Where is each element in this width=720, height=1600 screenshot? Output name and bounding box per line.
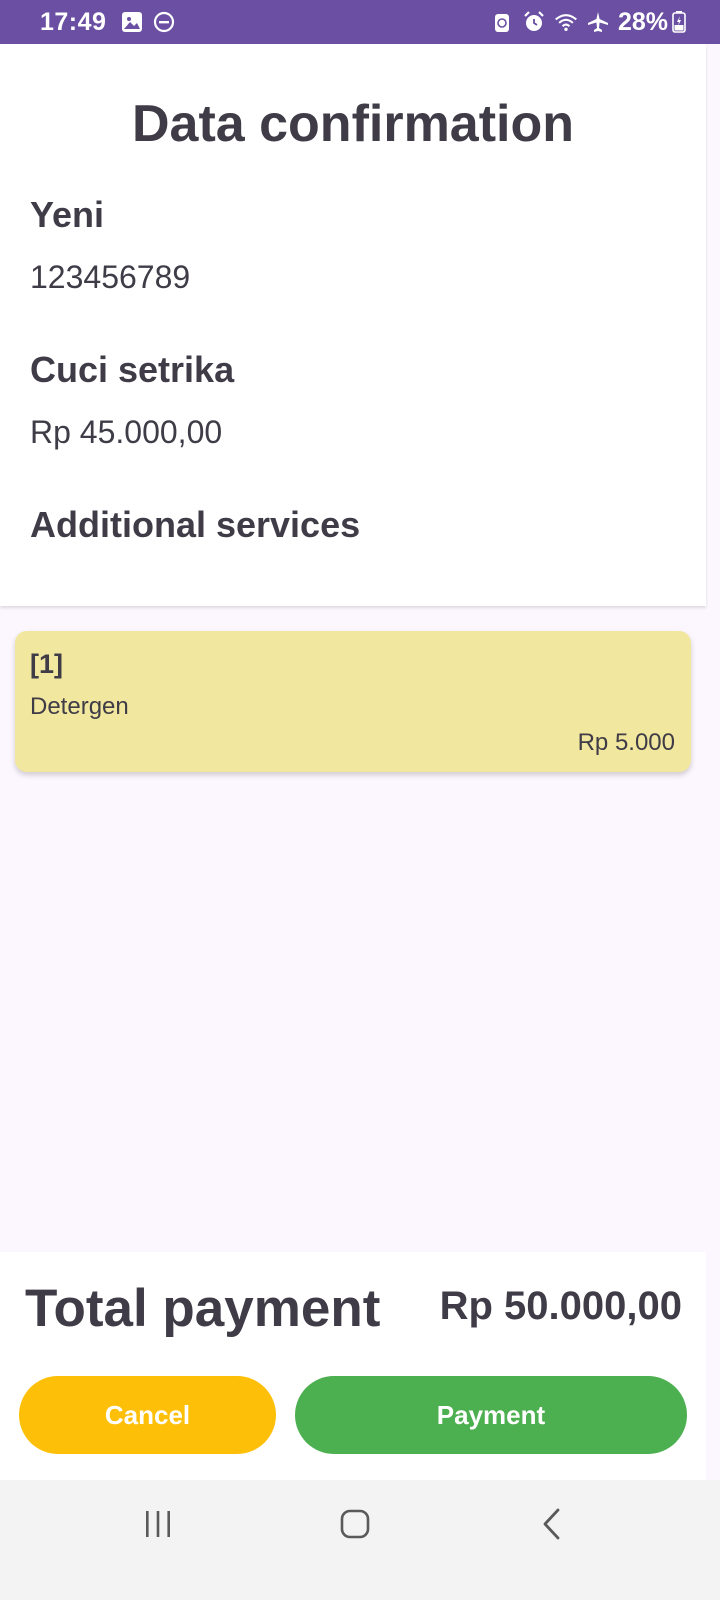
service-item-name: Detergen [30, 693, 129, 720]
additional-services-title: Additional services [30, 504, 361, 545]
service-name: Cuci setrika [30, 349, 235, 390]
total-label: Total payment [25, 1279, 381, 1338]
page-title: Data confirmation [131, 95, 575, 153]
navigation-bar [0, 1480, 720, 1600]
service-item-index: [1] [30, 649, 63, 679]
alarm-icon [522, 10, 546, 34]
home-icon[interactable] [325, 1502, 385, 1546]
status-time: 17:49 [40, 7, 107, 36]
status-right: 28% [486, 8, 690, 37]
cancel-button[interactable]: Cancel [19, 1376, 276, 1454]
airplane-icon [586, 10, 610, 34]
battery-percent: 28% [617, 7, 668, 36]
customer-name: Yeni [30, 194, 105, 235]
service-price: Rp 45.000,00 [30, 414, 223, 450]
confirmation-card: Data confirmation Yeni 123456789 Cuci se… [0, 44, 706, 606]
customer-phone: 123456789 [30, 259, 191, 295]
service-item-price: Rp 5.000 [577, 729, 675, 756]
wifi-icon [554, 10, 578, 34]
data-saver-icon [490, 10, 514, 34]
additional-service-item: [1] Detergen Rp 5.000 [15, 631, 691, 772]
payment-panel: Total payment Rp 50.000,00 Cancel Paymen… [0, 1252, 706, 1480]
image-icon [120, 10, 144, 34]
payment-button[interactable]: Payment [295, 1376, 687, 1454]
status-bar: 17:49 28% [0, 0, 720, 44]
battery-icon [672, 10, 686, 34]
total-value: Rp 50.000,00 [439, 1284, 682, 1328]
back-icon[interactable] [522, 1502, 582, 1546]
do-not-disturb-icon [152, 10, 176, 34]
status-left: 17:49 [40, 8, 180, 37]
recents-icon[interactable] [128, 1502, 188, 1546]
